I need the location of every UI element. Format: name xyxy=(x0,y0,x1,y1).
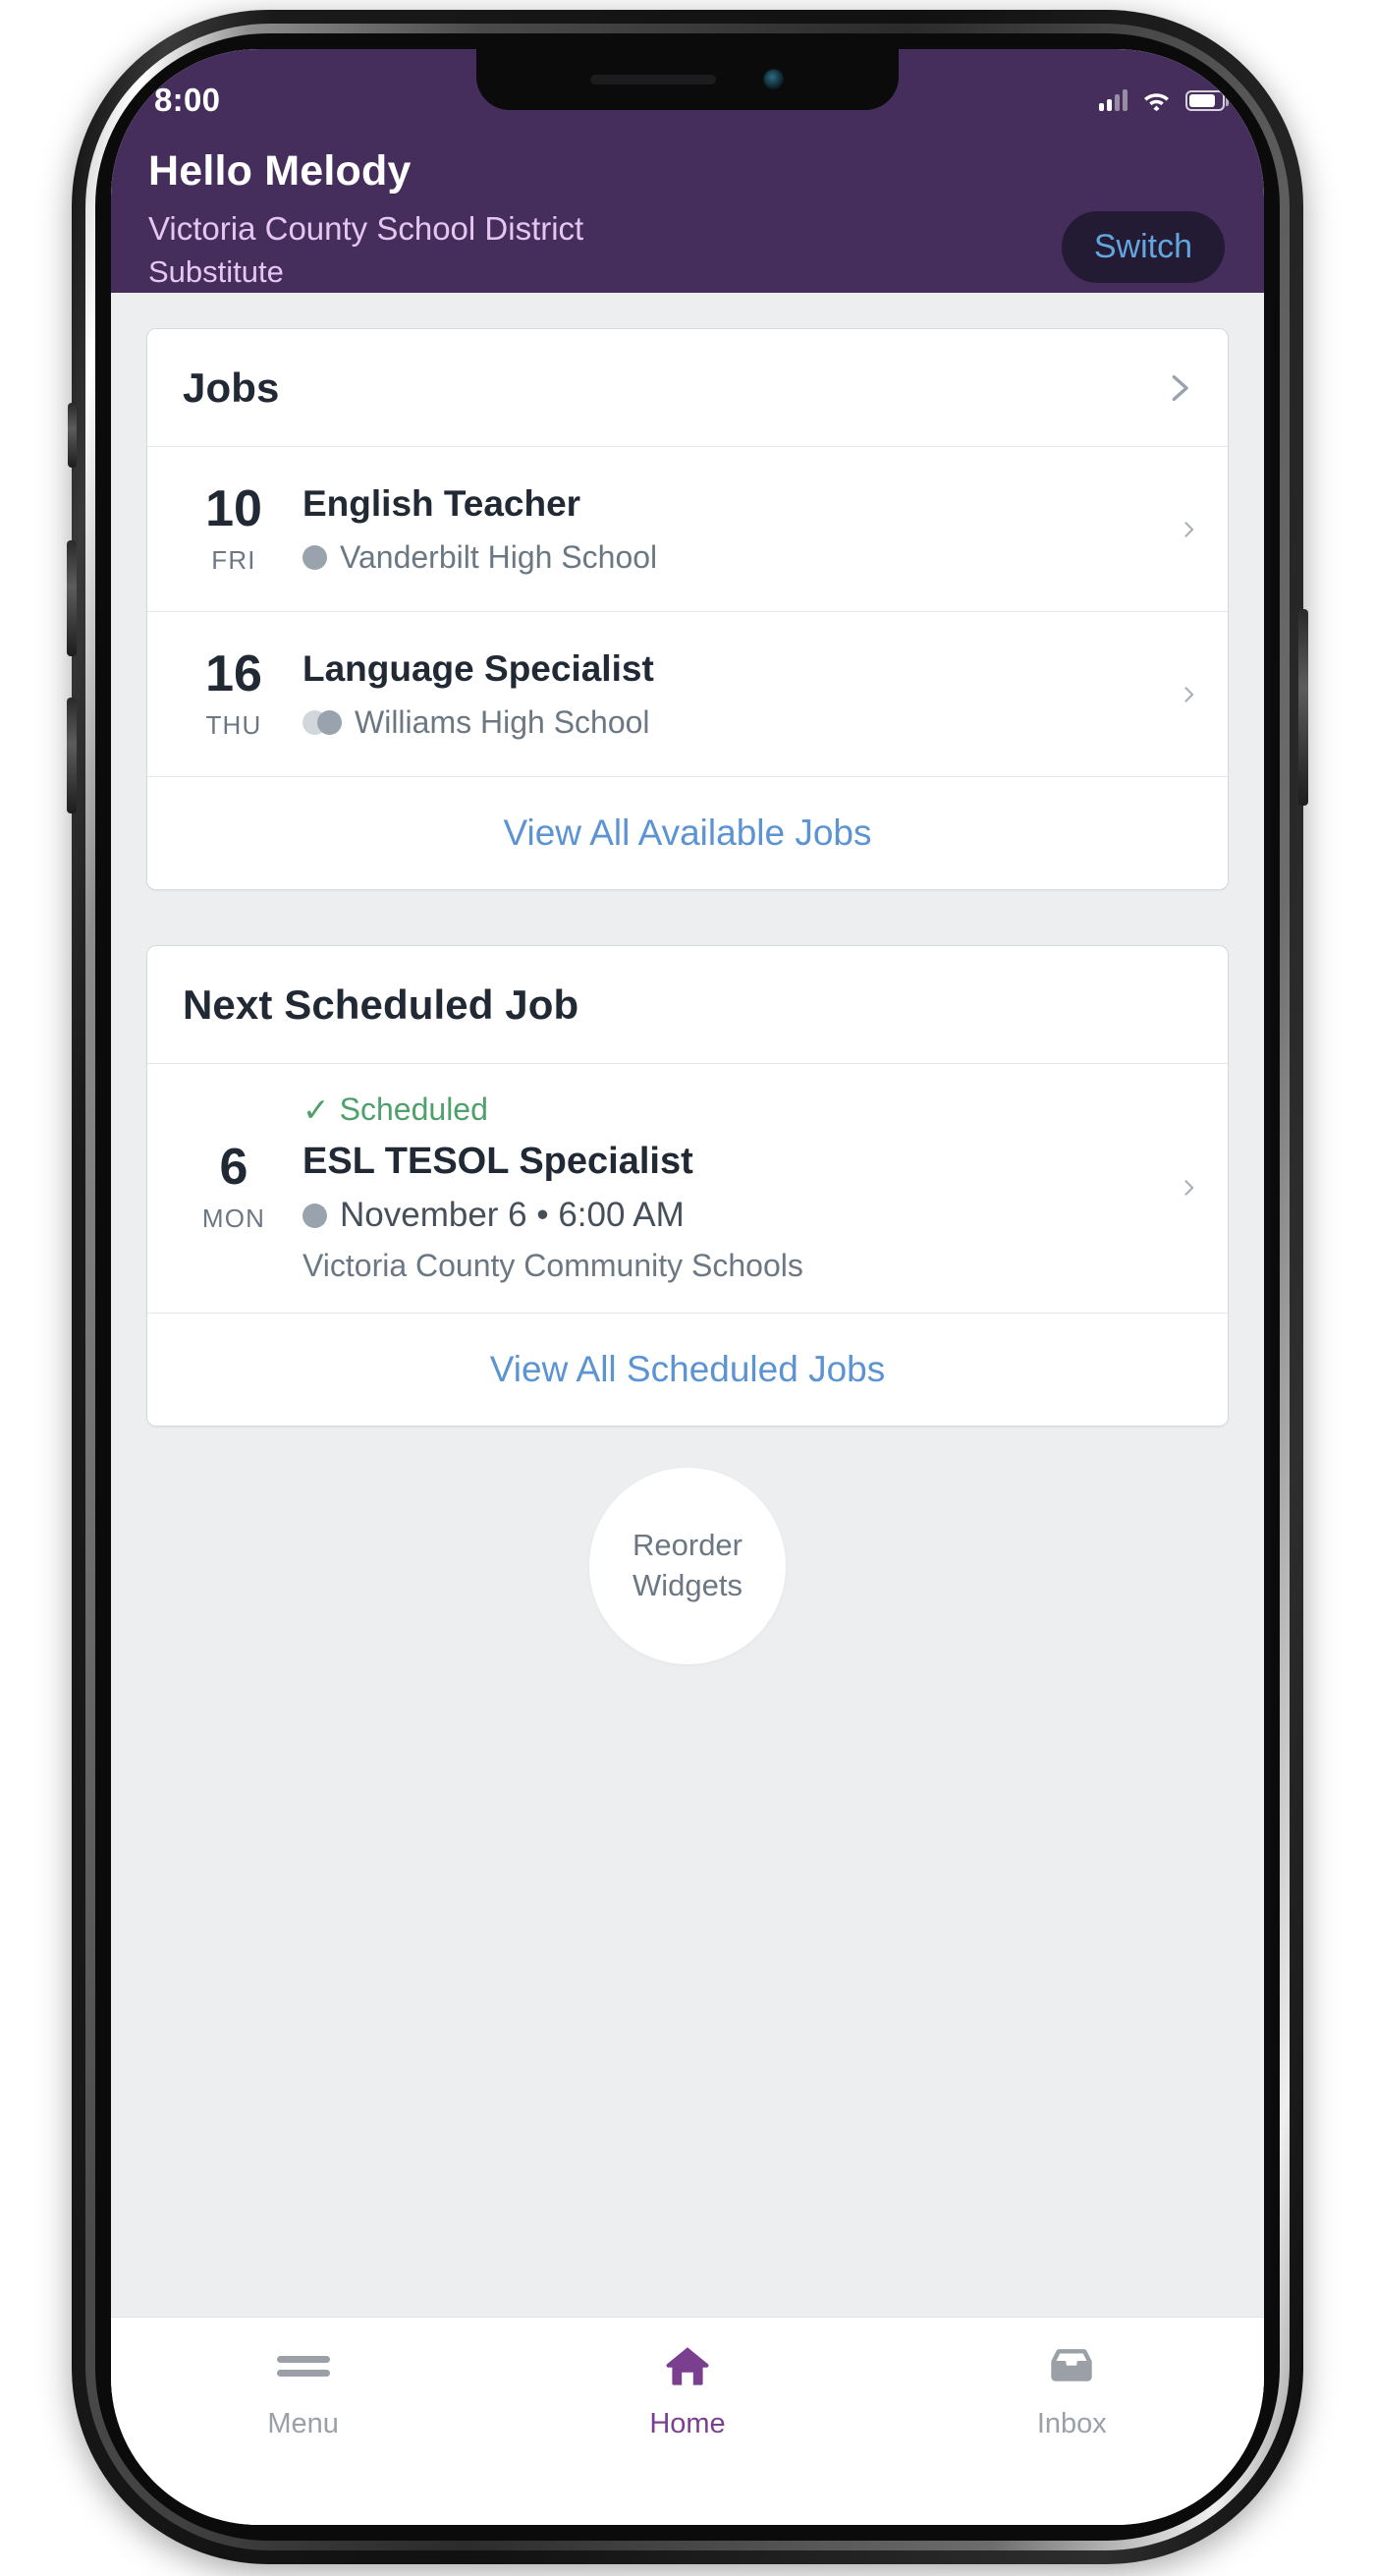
greeting-name: Hello Melody xyxy=(148,147,412,195)
tab-menu[interactable]: Menu xyxy=(111,2341,495,2440)
chevron-right-icon[interactable] xyxy=(1163,371,1196,405)
bottom-tab-bar: Menu Home Inbox xyxy=(111,2317,1264,2525)
job-row[interactable]: 16 THU Language Specialist Williams High… xyxy=(147,612,1228,777)
job-date: 16 THU xyxy=(175,648,293,741)
scheduled-job-datetime: November 6 • 6:00 AM xyxy=(340,1196,685,1235)
scheduled-job-weekday: MON xyxy=(201,1204,266,1234)
phone-device: 8:00 Hello Melody Victoria County School… xyxy=(67,10,1308,2564)
hamburger-menu-icon[interactable] xyxy=(276,2341,330,2390)
job-title: English Teacher xyxy=(302,482,581,524)
scheduled-job-row[interactable]: 6 MON ✓ Scheduled ESL TESOL Specialist N… xyxy=(147,1064,1228,1314)
tab-home[interactable]: Home xyxy=(495,2341,879,2440)
inbox-tray-icon[interactable] xyxy=(1047,2341,1096,2390)
user-role: Substitute xyxy=(148,253,284,289)
volume-down-button[interactable] xyxy=(67,698,77,813)
single-day-dot-icon xyxy=(302,1203,327,1228)
wifi-icon xyxy=(1142,89,1171,111)
status-bar-icons xyxy=(1099,78,1229,111)
phone-screen: 8:00 Hello Melody Victoria County School… xyxy=(111,49,1264,2525)
view-all-available-jobs-link[interactable]: View All Available Jobs xyxy=(147,777,1228,889)
mute-switch[interactable] xyxy=(68,403,77,468)
chevron-right-icon[interactable] xyxy=(1179,520,1198,539)
next-scheduled-job-title: Next Scheduled Job xyxy=(183,980,579,1028)
check-icon: ✓ xyxy=(302,1091,330,1128)
multi-day-dot-icon xyxy=(302,709,342,735)
reorder-widgets-button[interactable]: Reorder Widgets xyxy=(589,1467,786,1664)
next-scheduled-job-header: Next Scheduled Job xyxy=(147,946,1228,1064)
job-row[interactable]: 10 FRI English Teacher Vanderbilt High S… xyxy=(147,447,1228,612)
home-icon[interactable] xyxy=(662,2341,713,2390)
volume-up-button[interactable] xyxy=(67,540,77,656)
job-title: Language Specialist xyxy=(302,647,654,689)
power-button[interactable] xyxy=(1298,609,1308,806)
tab-inbox[interactable]: Inbox xyxy=(880,2341,1264,2440)
device-notch xyxy=(476,49,899,110)
reorder-widgets-line2: Widgets xyxy=(632,1567,742,1602)
status-badge-label: Scheduled xyxy=(339,1092,488,1127)
greeting-block: Hello Melody Victoria County School Dist… xyxy=(148,140,1227,293)
job-school: Vanderbilt High School xyxy=(340,539,658,575)
status-badge: ✓ Scheduled xyxy=(302,1092,1179,1128)
district-name: Victoria County School District xyxy=(148,210,584,248)
tab-inbox-label: Inbox xyxy=(1036,2408,1107,2439)
chevron-right-icon[interactable] xyxy=(1179,1178,1198,1198)
job-date-day: 10 xyxy=(205,479,262,537)
job-date: 10 FRI xyxy=(175,483,293,576)
next-scheduled-job-card: Next Scheduled Job 6 MON ✓ Scheduled ESL… xyxy=(146,945,1229,1427)
earpiece-speaker xyxy=(590,75,716,84)
switch-button[interactable]: Switch xyxy=(1061,211,1225,284)
jobs-card: Jobs 10 FRI English Teacher Vanderbilt H… xyxy=(146,328,1229,890)
front-camera xyxy=(763,69,785,90)
cellular-signal-icon xyxy=(1099,89,1128,111)
app-header: 8:00 Hello Melody Victoria County School… xyxy=(111,49,1264,293)
scheduled-job-title: ESL TESOL Specialist xyxy=(302,1140,693,1182)
job-date-weekday: FRI xyxy=(211,544,256,575)
view-all-scheduled-jobs-link[interactable]: View All Scheduled Jobs xyxy=(147,1313,1228,1426)
scheduled-job-day: 6 xyxy=(219,1139,248,1197)
scheduled-job-organization: Victoria County Community Schools xyxy=(302,1248,803,1284)
status-bar-time: 8:00 xyxy=(154,82,221,118)
chevron-right-icon[interactable] xyxy=(1179,685,1198,704)
jobs-card-title: Jobs xyxy=(183,364,280,411)
tab-home-label: Home xyxy=(649,2408,726,2439)
jobs-card-header[interactable]: Jobs xyxy=(147,329,1228,447)
tab-menu-label: Menu xyxy=(267,2408,339,2439)
job-school: Williams High School xyxy=(355,704,650,740)
scheduled-job-date: 6 MON xyxy=(175,1142,293,1234)
job-date-day: 16 xyxy=(205,644,262,702)
dashboard-body: Jobs 10 FRI English Teacher Vanderbilt H… xyxy=(111,293,1264,2525)
reorder-widgets-line1: Reorder xyxy=(632,1527,742,1562)
single-day-dot-icon xyxy=(302,544,327,570)
battery-icon xyxy=(1185,89,1229,111)
job-date-weekday: THU xyxy=(205,709,262,740)
